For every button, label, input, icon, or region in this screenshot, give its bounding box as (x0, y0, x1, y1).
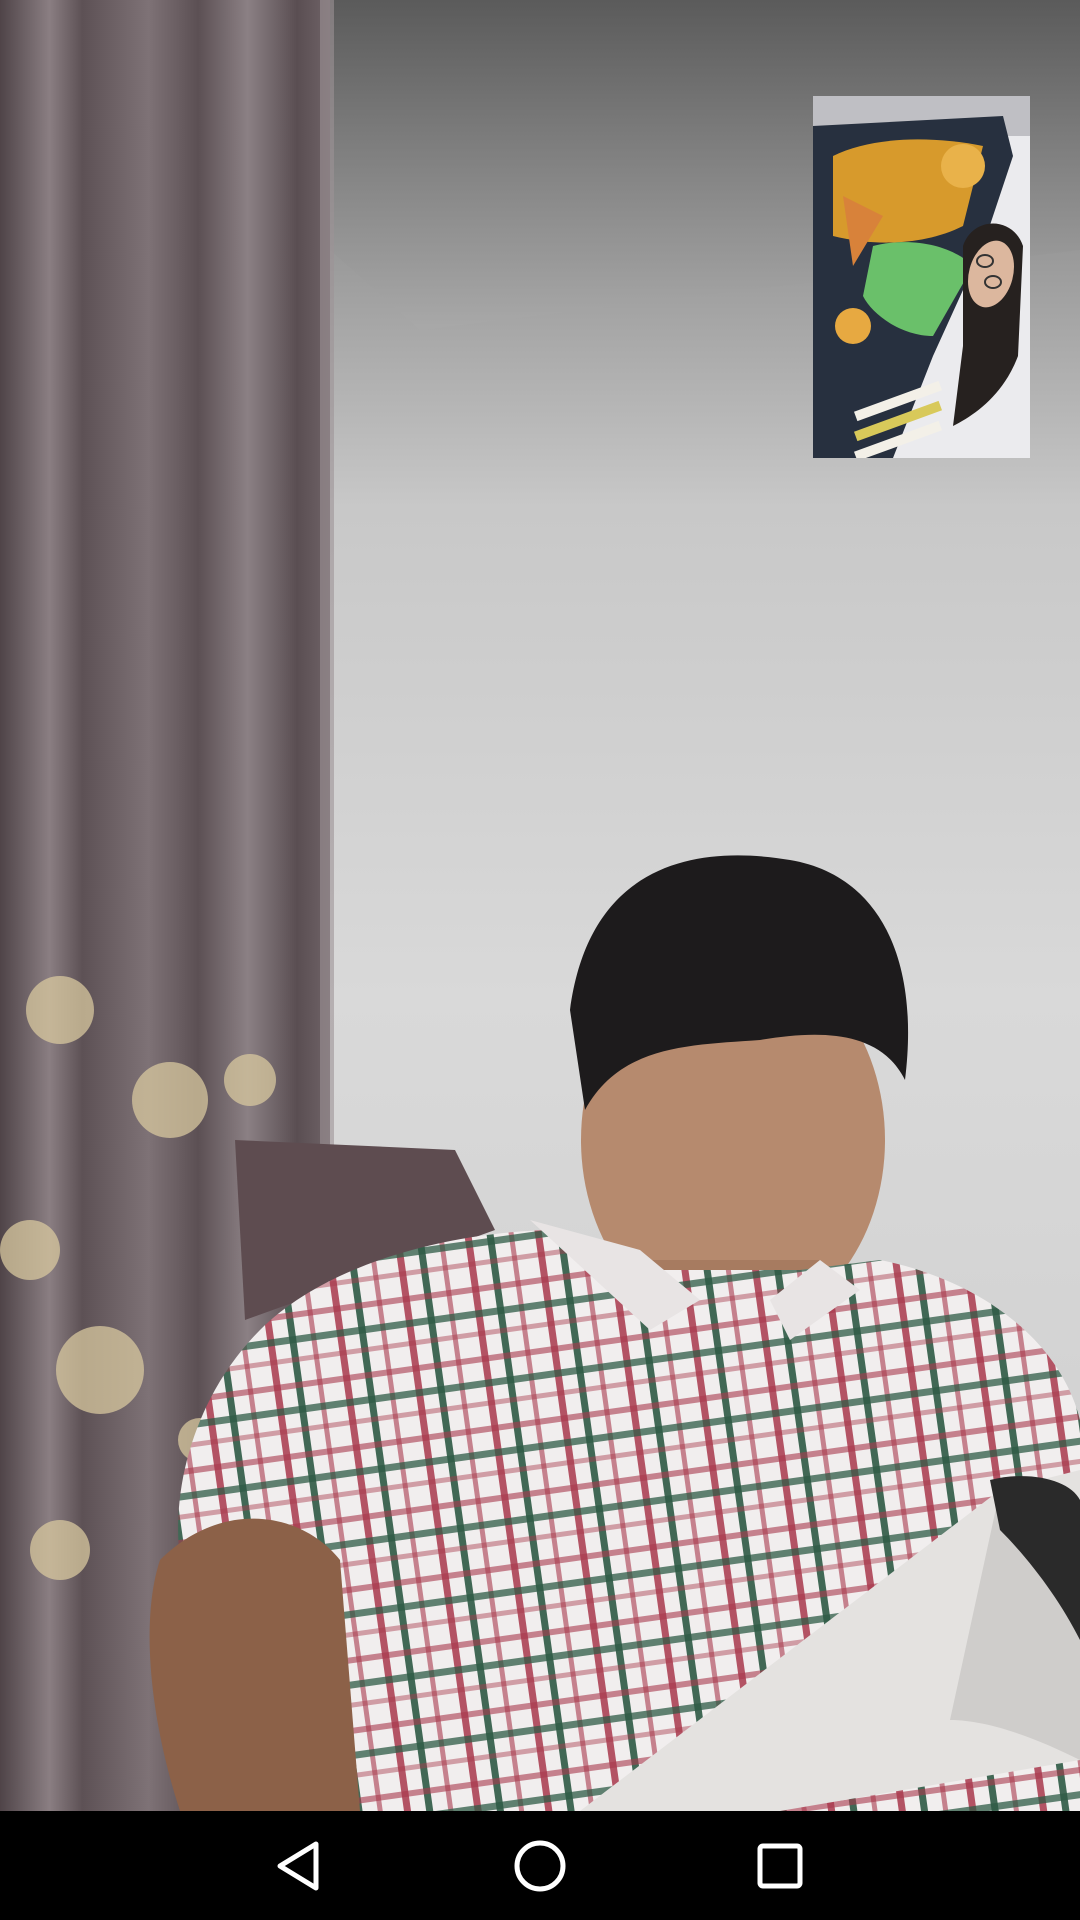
back-button[interactable] (230, 1811, 370, 1920)
triangle-back-icon (277, 1841, 319, 1890)
circle-home-icon (514, 1840, 566, 1891)
video-call-screen (0, 0, 1080, 1920)
home-button[interactable] (470, 1811, 610, 1920)
local-camera-preview[interactable] (813, 96, 1030, 458)
local-preview-scene (813, 96, 1030, 458)
navigation-bar (0, 1811, 1080, 1920)
recents-button[interactable] (710, 1811, 850, 1920)
square-recents-icon (757, 1843, 803, 1888)
